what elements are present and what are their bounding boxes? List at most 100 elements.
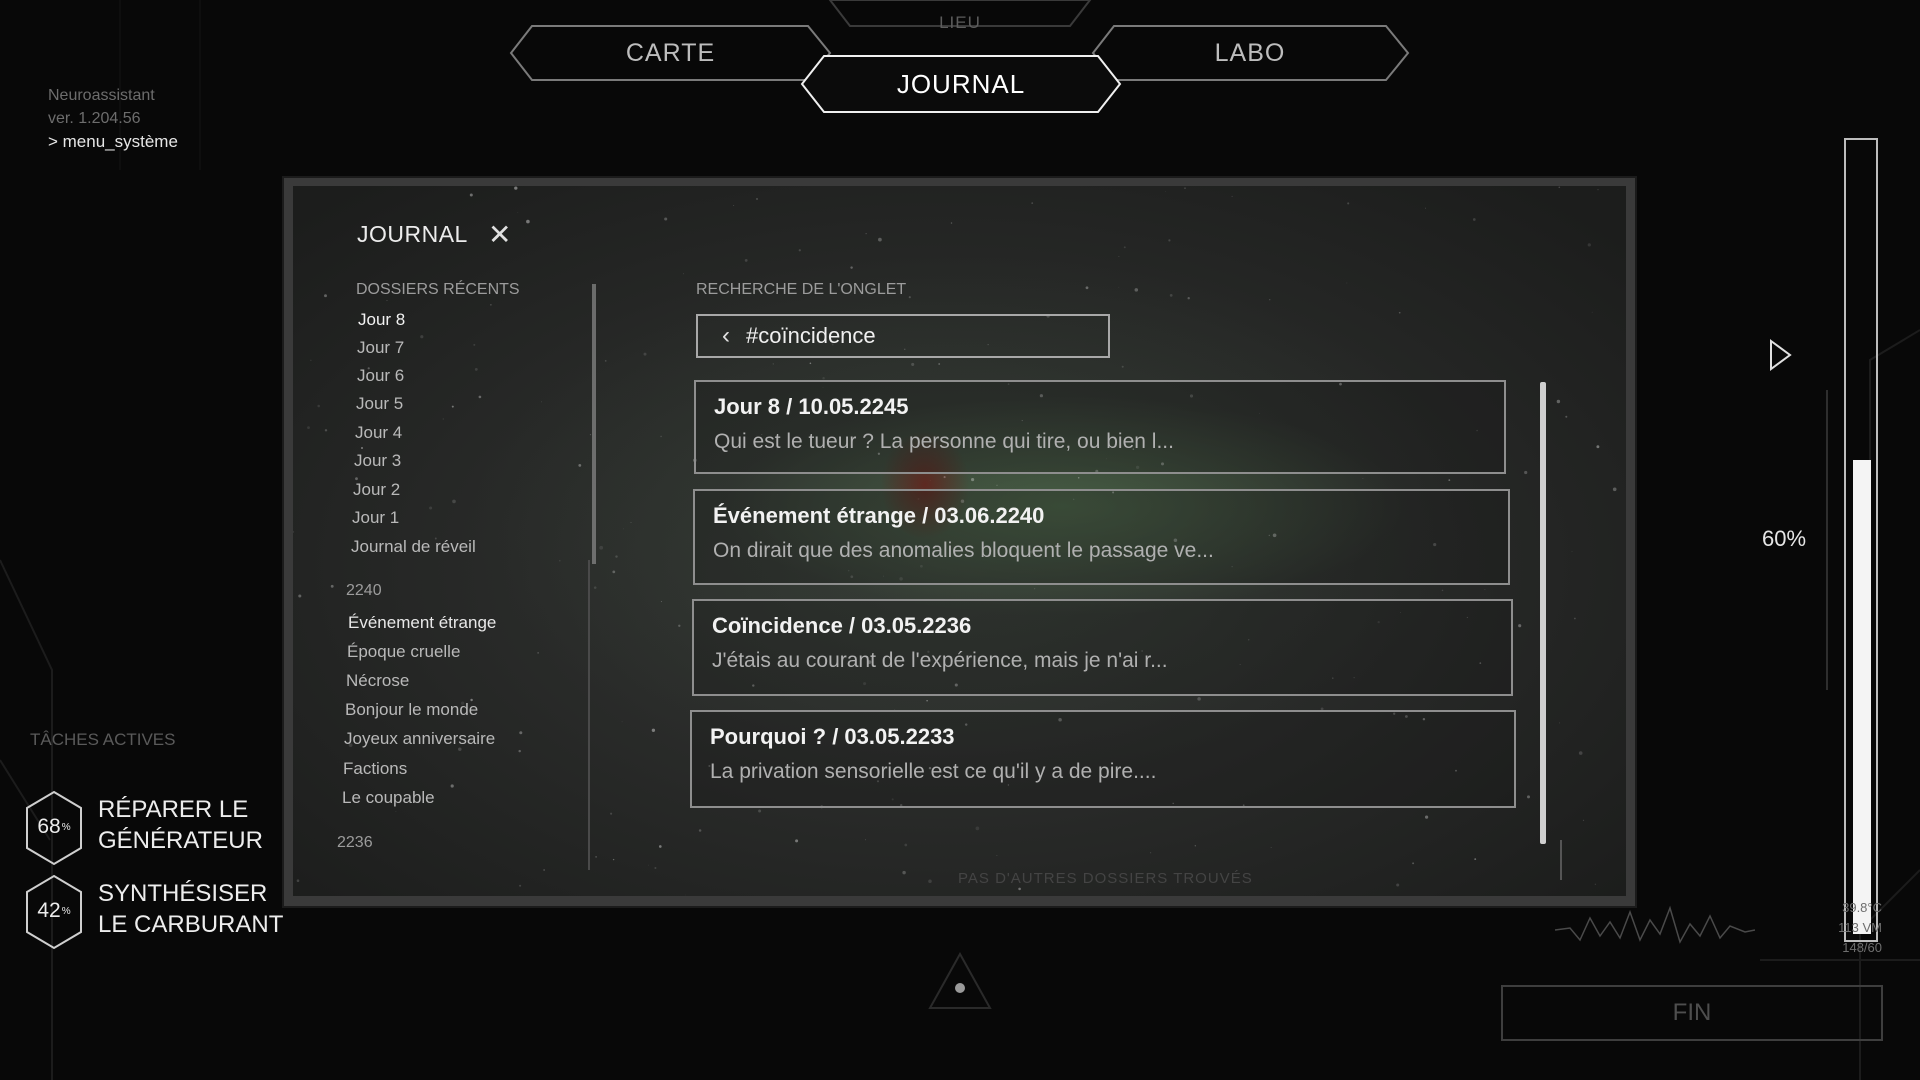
list-item-le-coupable[interactable]: Le coupable [342, 788, 435, 808]
dust-speck [420, 335, 424, 339]
dust-speck [911, 362, 915, 366]
dust-speck [1587, 243, 1591, 247]
dust-speck [664, 217, 668, 221]
dust-speck [795, 839, 799, 843]
dust-speck [307, 426, 310, 430]
tab-labo[interactable]: LABO [1090, 24, 1410, 82]
dust-speck [1362, 478, 1364, 480]
list-item-jour-3[interactable]: Jour 3 [354, 451, 401, 471]
dust-speck [1556, 399, 1561, 404]
dust-speck [589, 433, 592, 436]
list-item-necrose[interactable]: Nécrose [346, 671, 409, 691]
dust-speck [612, 570, 616, 574]
vital-pressure: 148/60 [1842, 940, 1882, 955]
journal-entry[interactable]: Pourquoi ? / 03.05.2233 La privation sen… [690, 710, 1516, 808]
list-item-jour-2[interactable]: Jour 2 [353, 480, 400, 500]
dust-speck [758, 809, 762, 813]
dust-speck [1346, 282, 1348, 284]
dust-speck [1597, 189, 1599, 191]
recent-files-heading: DOSSIERS RÉCENTS [356, 281, 520, 298]
dust-speck [926, 700, 928, 702]
dust-speck [1194, 845, 1196, 847]
dust-speck [1596, 445, 1600, 449]
task-percent: 68 [37, 815, 61, 838]
sidebar-scrollbar[interactable] [592, 284, 596, 564]
dust-speck [1169, 294, 1173, 297]
dust-speck [298, 594, 302, 598]
dust-speck [651, 728, 656, 732]
task-label-line: GÉNÉRATEUR [98, 827, 263, 854]
system-menu-link[interactable]: > menu_système [48, 130, 178, 153]
meter-percent: 60% [1762, 526, 1807, 551]
list-item-joyeux-anniversaire[interactable]: Joyeux anniversaire [344, 729, 495, 749]
dust-speck [599, 545, 604, 550]
dust-speck [559, 559, 561, 562]
dust-speck [1231, 195, 1233, 197]
active-tasks-heading: TÂCHES ACTIVES [30, 730, 176, 749]
dust-speck [1571, 550, 1573, 552]
dust-speck [1121, 365, 1124, 368]
journal-entry[interactable]: Coïncidence / 03.05.2236 J'étais au cour… [692, 599, 1513, 696]
entry-snippet: J'étais au courant de l'expérience, mais… [712, 649, 1168, 672]
task-label-line: SYNTHÉSISER [98, 880, 268, 907]
dust-speck [1164, 191, 1166, 192]
dust-speck [1612, 487, 1617, 492]
dust-speck [473, 343, 476, 346]
fin-button[interactable]: FIN [1501, 985, 1883, 1041]
list-item-journal-de-reveil[interactable]: Journal de réveil [351, 537, 476, 557]
close-icon[interactable]: ✕ [488, 218, 511, 251]
list-item-jour-1[interactable]: Jour 1 [352, 508, 399, 528]
tab-search-heading: RECHERCHE DE L'ONGLET [696, 281, 907, 298]
entries-scrollbar[interactable] [1540, 382, 1546, 844]
list-item-epoque-cruelle[interactable]: Époque cruelle [347, 642, 460, 662]
dust-speck [474, 368, 478, 371]
task-label-line: RÉPARER LE [98, 796, 249, 823]
dust-speck [996, 484, 998, 486]
dust-speck [324, 429, 328, 432]
dust-speck [971, 478, 975, 482]
dust-speck [469, 193, 473, 197]
entries-scroll-track [1560, 840, 1562, 880]
play-icon[interactable] [1768, 338, 1794, 372]
year-heading-2236: 2236 [337, 834, 373, 851]
dust-speck [678, 624, 681, 627]
task-synthesize-fuel[interactable]: 42% SYNTHÉSISER LE CARBURANT [24, 874, 304, 958]
journal-entry[interactable]: Jour 8 / 10.05.2245 Qui est le tueur ? L… [694, 380, 1506, 474]
tab-lieu[interactable]: LIEU [820, 0, 1100, 48]
tab-lieu-label: LIEU [939, 13, 981, 32]
tab-journal[interactable]: JOURNAL [800, 54, 1122, 114]
vital-temperature: 39.8°C [1842, 900, 1882, 915]
list-item-evenement-etrange[interactable]: Événement étrange [348, 613, 496, 633]
dust-speck [1558, 186, 1561, 189]
dust-speck [1484, 589, 1486, 591]
dust-speck [518, 749, 521, 753]
dust-speck [324, 294, 327, 298]
dust-speck [654, 866, 657, 870]
search-input[interactable]: ‹ #coïncidence [696, 314, 1110, 358]
list-item-jour-8[interactable]: Jour 8 [358, 310, 405, 330]
triangle-icon[interactable] [928, 952, 992, 1012]
dust-speck [593, 586, 597, 589]
dust-speck [772, 363, 774, 365]
list-item-factions[interactable]: Factions [343, 759, 407, 779]
dust-speck [1398, 311, 1401, 314]
tab-carte[interactable]: CARTE [508, 24, 833, 82]
dust-speck [1425, 815, 1429, 819]
dust-speck [578, 464, 582, 467]
journal-entry[interactable]: Événement étrange / 03.06.2240 On dirait… [693, 489, 1510, 585]
dust-speck [1518, 624, 1522, 628]
list-item-jour-6[interactable]: Jour 6 [357, 366, 404, 386]
entry-snippet: On dirait que des anomalies bloquent le … [713, 539, 1214, 562]
list-item-jour-5[interactable]: Jour 5 [356, 394, 403, 414]
list-item-bonjour-le-monde[interactable]: Bonjour le monde [345, 700, 478, 720]
dust-speck [610, 812, 613, 815]
dust-speck [1118, 256, 1120, 258]
task-repair-generator[interactable]: 68% RÉPARER LE GÉNÉRATEUR [24, 790, 304, 874]
entry-title: Coïncidence / 03.05.2236 [712, 613, 972, 638]
list-item-jour-7[interactable]: Jour 7 [357, 338, 404, 358]
app-version: ver. 1.204.56 [48, 110, 141, 127]
chevron-left-icon[interactable]: ‹ [722, 322, 730, 350]
list-item-jour-4[interactable]: Jour 4 [355, 423, 402, 443]
dust-speck [1150, 852, 1152, 854]
task-label-line: LE CARBURANT [98, 911, 284, 938]
